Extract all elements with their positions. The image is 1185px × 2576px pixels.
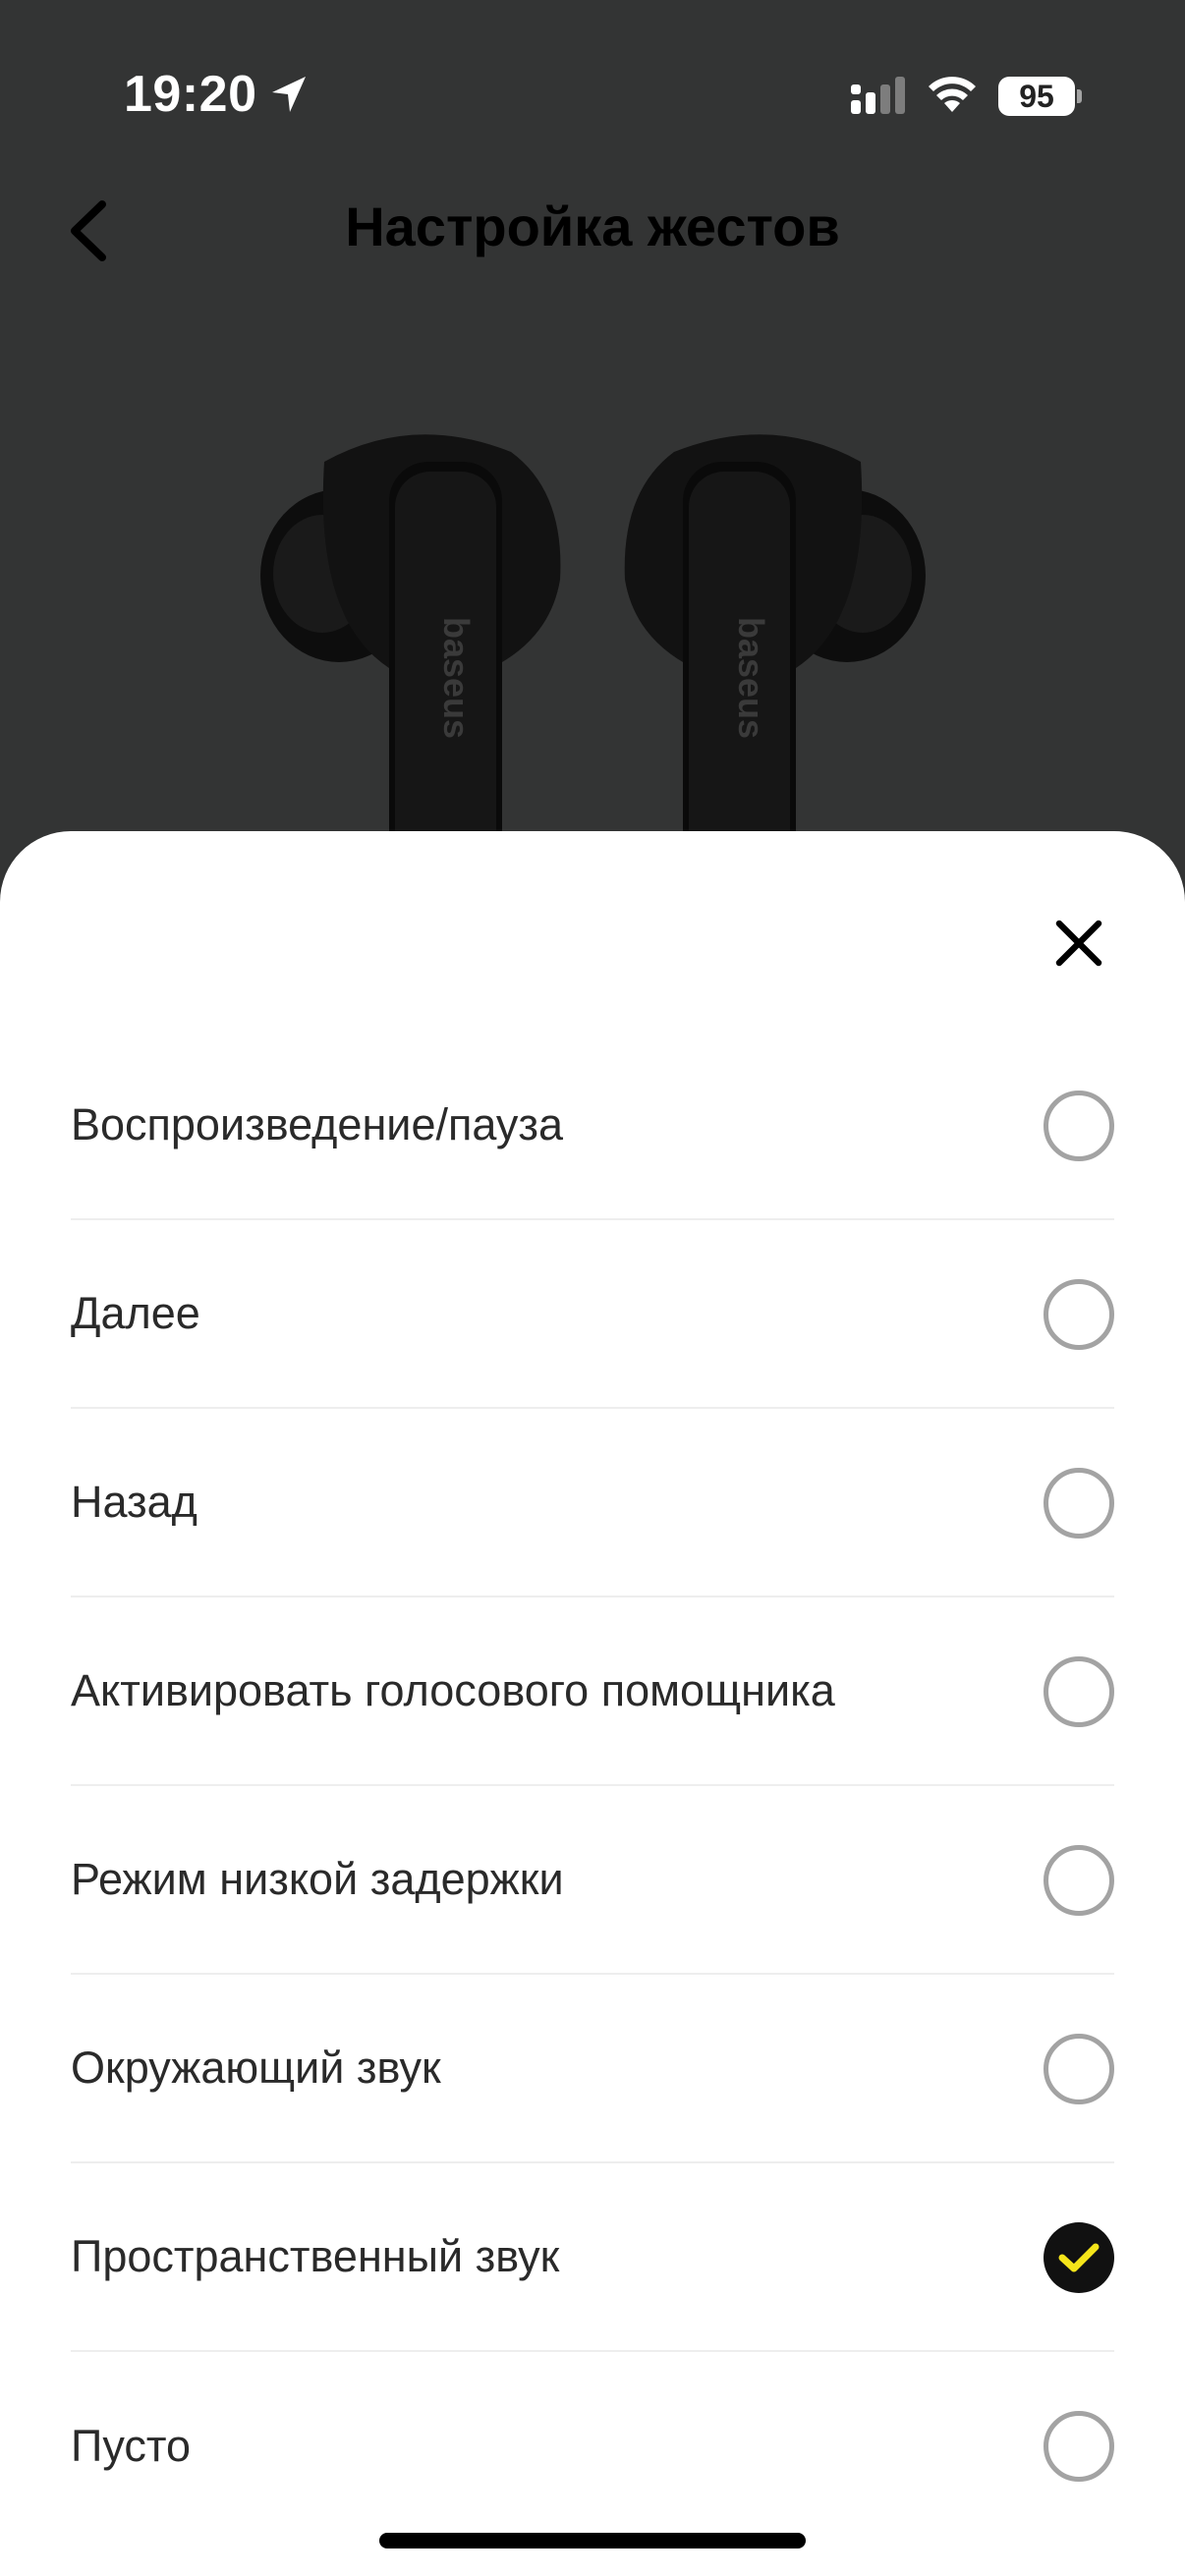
option-label: Активировать голосового помощника xyxy=(71,1665,835,1715)
location-arrow-icon xyxy=(272,77,306,112)
status-time: 19:20 xyxy=(124,66,257,123)
option-low-latency[interactable]: Режим низкой задержки xyxy=(71,1786,1114,1975)
option-label: Окружающий звук xyxy=(71,2043,441,2093)
gesture-settings-screen: 19:20 95 Настройка жестов baseus baseus … xyxy=(0,0,1185,2576)
battery-level: 95 xyxy=(1019,78,1054,114)
earbuds-image: baseus baseus xyxy=(260,434,926,884)
option-previous[interactable]: Назад xyxy=(71,1409,1114,1597)
option-label: Режим низкой задержки xyxy=(71,1854,564,1904)
radio-button[interactable] xyxy=(1044,1091,1114,1161)
radio-button-checked[interactable] xyxy=(1044,2222,1114,2293)
brand-text-left: baseus xyxy=(436,617,477,739)
page-title: Настройка жестов xyxy=(345,196,840,257)
option-voice-assistant[interactable]: Активировать голосового помощника xyxy=(71,1597,1114,1786)
option-label: Воспроизведение/пауза xyxy=(71,1099,564,1149)
option-next[interactable]: Далее xyxy=(71,1220,1114,1409)
options-list: Воспроизведение/пауза Далее Назад Активи… xyxy=(71,1032,1114,2541)
option-label: Пусто xyxy=(71,2421,191,2471)
option-label: Пространственный звук xyxy=(71,2231,560,2281)
option-empty[interactable]: Пусто xyxy=(71,2352,1114,2541)
option-label: Назад xyxy=(71,1477,198,1527)
radio-button[interactable] xyxy=(1044,1656,1114,1727)
radio-button[interactable] xyxy=(1044,2034,1114,2104)
status-bar: 19:20 95 xyxy=(0,0,1185,187)
checkmark-icon xyxy=(1058,2243,1100,2272)
close-button[interactable] xyxy=(1044,908,1114,979)
option-spatial-sound[interactable]: Пространственный звук xyxy=(71,2163,1114,2352)
radio-button[interactable] xyxy=(1044,1845,1114,1916)
option-label: Далее xyxy=(71,1288,200,1338)
wifi-icon xyxy=(929,77,976,112)
radio-button[interactable] xyxy=(1044,2411,1114,2482)
option-play-pause[interactable]: Воспроизведение/пауза xyxy=(71,1032,1114,1220)
brand-text-right: baseus xyxy=(731,617,771,739)
radio-button[interactable] xyxy=(1044,1279,1114,1350)
option-ambient-sound[interactable]: Окружающий звук xyxy=(71,1975,1114,2163)
close-icon[interactable] xyxy=(1053,918,1104,969)
home-indicator xyxy=(379,2533,806,2548)
radio-button[interactable] xyxy=(1044,1468,1114,1539)
cellular-signal-icon xyxy=(851,77,905,114)
battery-icon: 95 xyxy=(998,77,1082,116)
